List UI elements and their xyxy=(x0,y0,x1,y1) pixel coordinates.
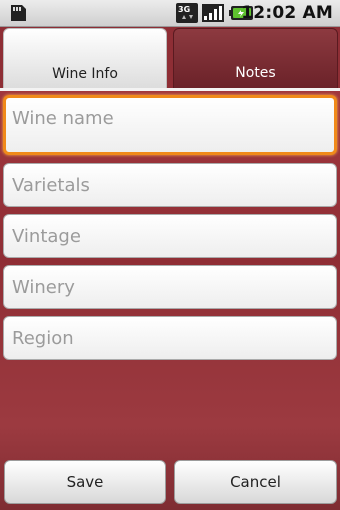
status-bar: 3G 12:02 AM xyxy=(0,0,340,27)
tab-wine-info[interactable]: Wine Info xyxy=(3,28,167,89)
cancel-button[interactable]: Cancel xyxy=(174,460,337,504)
vintage-placeholder: Vintage xyxy=(12,226,81,247)
vintage-field[interactable]: Vintage xyxy=(3,214,337,258)
winery-field[interactable]: Winery xyxy=(3,265,337,309)
wine-name-field[interactable]: Wine name xyxy=(3,95,337,155)
varietals-placeholder: Varietals xyxy=(12,175,90,196)
save-button[interactable]: Save xyxy=(4,460,166,504)
varietals-field[interactable]: Varietals xyxy=(3,163,337,207)
network-3g-icon: 3G xyxy=(176,3,198,23)
tab-notes[interactable]: Notes xyxy=(173,28,338,89)
tab-notes-label: Notes xyxy=(235,65,276,81)
tab-bar: Wine Info Notes xyxy=(0,27,340,90)
status-clock: 12:02 AM xyxy=(241,3,333,23)
region-field[interactable]: Region xyxy=(3,316,337,360)
signal-strength-icon xyxy=(202,4,224,22)
tab-wine-info-label: Wine Info xyxy=(52,66,118,82)
winery-placeholder: Winery xyxy=(12,277,75,298)
sd-card-icon xyxy=(11,5,26,21)
region-placeholder: Region xyxy=(12,328,74,349)
wine-name-placeholder: Wine name xyxy=(12,108,114,129)
network-type-label: 3G xyxy=(178,5,190,14)
